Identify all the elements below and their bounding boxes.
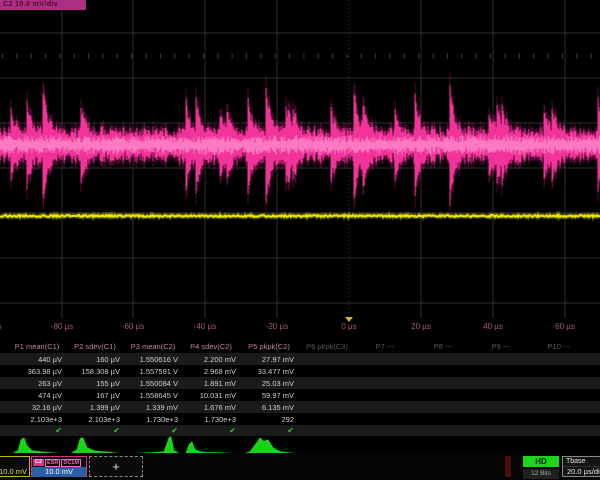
- measure-value-cell: 6.135 mV: [240, 403, 298, 412]
- waveform-grid: C2 10.0 mV/div: [0, 0, 600, 318]
- measure-status-cell: ✔: [124, 426, 182, 435]
- measure-value-cell: 2.103e+3: [66, 415, 124, 424]
- time-axis-label: 60 µs: [555, 322, 575, 331]
- measure-value-cell: 2.200 mV: [182, 355, 240, 364]
- measure-value-cell: 1.676 mV: [182, 403, 240, 412]
- measure-value-cell: 363.98 µV: [8, 367, 66, 376]
- trigger-descriptor-edge: [505, 456, 511, 477]
- trace-annotation-c2: C2 10.0 mV/div: [0, 0, 86, 10]
- channel-descriptor-c1[interactable]: C1 DC1M 10.0 mV: [0, 456, 30, 477]
- measure-value-cell: 1.558645 V: [124, 391, 182, 400]
- measure-header-p2[interactable]: P2 sdev(C1): [66, 342, 124, 351]
- measurement-table: P1 mean(C1)P2 sdev(C1)P3 mean(C2)P4 sdev…: [0, 340, 600, 456]
- measure-status-cell: ✔: [182, 426, 240, 435]
- measure-value-cell: 158.308 µV: [66, 367, 124, 376]
- measure-value-cell: 33.477 mV: [240, 367, 298, 376]
- measure-value-cell: 10.031 mV: [182, 391, 240, 400]
- timebase-label: Tbase: [563, 457, 600, 467]
- c2-volts-per-div[interactable]: 10.0 mV: [32, 467, 86, 477]
- measure-stat-row: 32.16 µV1.399 µV1.339 mV1.676 mV6.135 mV: [0, 401, 600, 413]
- measure-header-p10[interactable]: P10 ---: [530, 342, 588, 351]
- c1-volts-per-div[interactable]: 10.0 mV: [0, 467, 29, 477]
- measure-header-p5[interactable]: P5 pkpk(C2): [240, 342, 298, 351]
- measure-value-cell: 25.03 mV: [240, 379, 298, 388]
- measure-stat-row: 263 µV155 µV1.550084 V1.891 mV25.03 mV: [0, 377, 600, 389]
- time-axis-label: -60 µs: [122, 322, 144, 331]
- measure-stat-row: 440 µV160 µV1.550616 V2.200 mV27.97 mV: [0, 353, 600, 365]
- time-axis-label: -100 µs: [0, 322, 1, 331]
- c1-trace: [0, 215, 600, 217]
- measure-stat-row: 474 µV167 µV1.558645 V10.031 mV59.97 mV: [0, 389, 600, 401]
- time-axis-label: -80 µs: [51, 322, 73, 331]
- measure-value-cell: 1.550616 V: [124, 355, 182, 364]
- measure-value-cell: 27.97 mV: [240, 355, 298, 364]
- measure-value-cell: 1.399 µV: [66, 403, 124, 412]
- measure-stat-row: 2.103e+32.103e+31.730e+31.730e+3292: [0, 413, 600, 425]
- measure-value-cell: 1.557591 V: [124, 367, 182, 376]
- measure-status-cell: ✔: [240, 426, 298, 435]
- measure-value-cell: 1.891 mV: [182, 379, 240, 388]
- measure-header-row: P1 mean(C1)P2 sdev(C1)P3 mean(C2)P4 sdev…: [0, 340, 600, 353]
- histicon: [126, 436, 182, 455]
- c2-esr-badge: ESR: [45, 459, 60, 467]
- c2-coupling-badge: DC1M: [61, 459, 81, 467]
- measure-value-cell: 160 µV: [66, 355, 124, 364]
- measure-value-cell: 155 µV: [66, 379, 124, 388]
- time-axis-label: 0 µs: [341, 322, 356, 331]
- measure-stat-row: 363.98 µV158.308 µV1.557591 V2.968 mV33.…: [0, 365, 600, 377]
- channel-descriptor-c2[interactable]: C2 ESR DC1M 10.0 mV: [31, 456, 87, 477]
- measure-header-p6[interactable]: P6 pkpk(C3): [298, 342, 356, 351]
- measure-value-cell: 292: [240, 415, 298, 424]
- measure-header-p8[interactable]: P8 ---: [414, 342, 472, 351]
- hd-mode-badge: HD: [523, 456, 559, 467]
- measure-header-p1[interactable]: P1 mean(C1): [8, 342, 66, 351]
- measure-value-cell: 2.103e+3: [8, 415, 66, 424]
- descriptor-bar: C1 DC1M 10.0 mV C2 ESR DC1M 10.0 mV + HD…: [0, 453, 600, 480]
- measure-header-p3[interactable]: P3 mean(C2): [124, 342, 182, 351]
- measure-value-cell: 1.339 mV: [124, 403, 182, 412]
- c2-label: C2: [33, 459, 44, 466]
- timebase-value: 20.0 µs/div: [563, 467, 600, 477]
- measure-header-p7[interactable]: P7 ---: [356, 342, 414, 351]
- measure-value-cell: 440 µV: [8, 355, 66, 364]
- measure-value-cell: 32.16 µV: [8, 403, 66, 412]
- oscilloscope-screen: C2 10.0 mV/div -100 µs -80 µs -60 µs -40 µs…: [0, 0, 600, 480]
- trigger-time-marker[interactable]: [345, 317, 353, 322]
- time-axis-label: 40 µs: [483, 322, 503, 331]
- add-trace-button[interactable]: +: [89, 456, 143, 477]
- waveform-canvas: [0, 0, 600, 318]
- measure-value-cell: 474 µV: [8, 391, 66, 400]
- measure-value-cell: 1.730e+3: [182, 415, 240, 424]
- time-axis-label: -20 µs: [266, 322, 288, 331]
- measure-header-p9[interactable]: P9 ---: [472, 342, 530, 351]
- measure-value-cell: 2.968 mV: [182, 367, 240, 376]
- time-axis-label: -40 µs: [194, 322, 216, 331]
- measure-value-cell: 1.730e+3: [124, 415, 182, 424]
- measure-value-cell: 167 µV: [66, 391, 124, 400]
- histicon: [242, 436, 298, 455]
- measure-status-row: ✔✔✔✔✔: [0, 425, 600, 436]
- measure-status-cell: ✔: [66, 426, 124, 435]
- time-axis: -100 µs -80 µs -60 µs -40 µs -20 µs 0 µs 20 µs…: [0, 318, 600, 336]
- measure-status-cell: ✔: [8, 426, 66, 435]
- plus-icon: +: [112, 459, 120, 474]
- histicon: [10, 436, 66, 455]
- time-axis-label: 20 µs: [411, 322, 431, 331]
- histicon: [68, 436, 124, 455]
- histicon: [184, 436, 240, 455]
- measure-value-cell: 263 µV: [8, 379, 66, 388]
- timebase-descriptor[interactable]: Tbase 20.0 µs/div: [562, 456, 600, 477]
- measure-value-cell: 1.550084 V: [124, 379, 182, 388]
- measure-value-cell: 59.97 mV: [240, 391, 298, 400]
- measure-header-p4[interactable]: P4 sdev(C2): [182, 342, 240, 351]
- bit-depth-badge: 12 Bits: [523, 469, 559, 479]
